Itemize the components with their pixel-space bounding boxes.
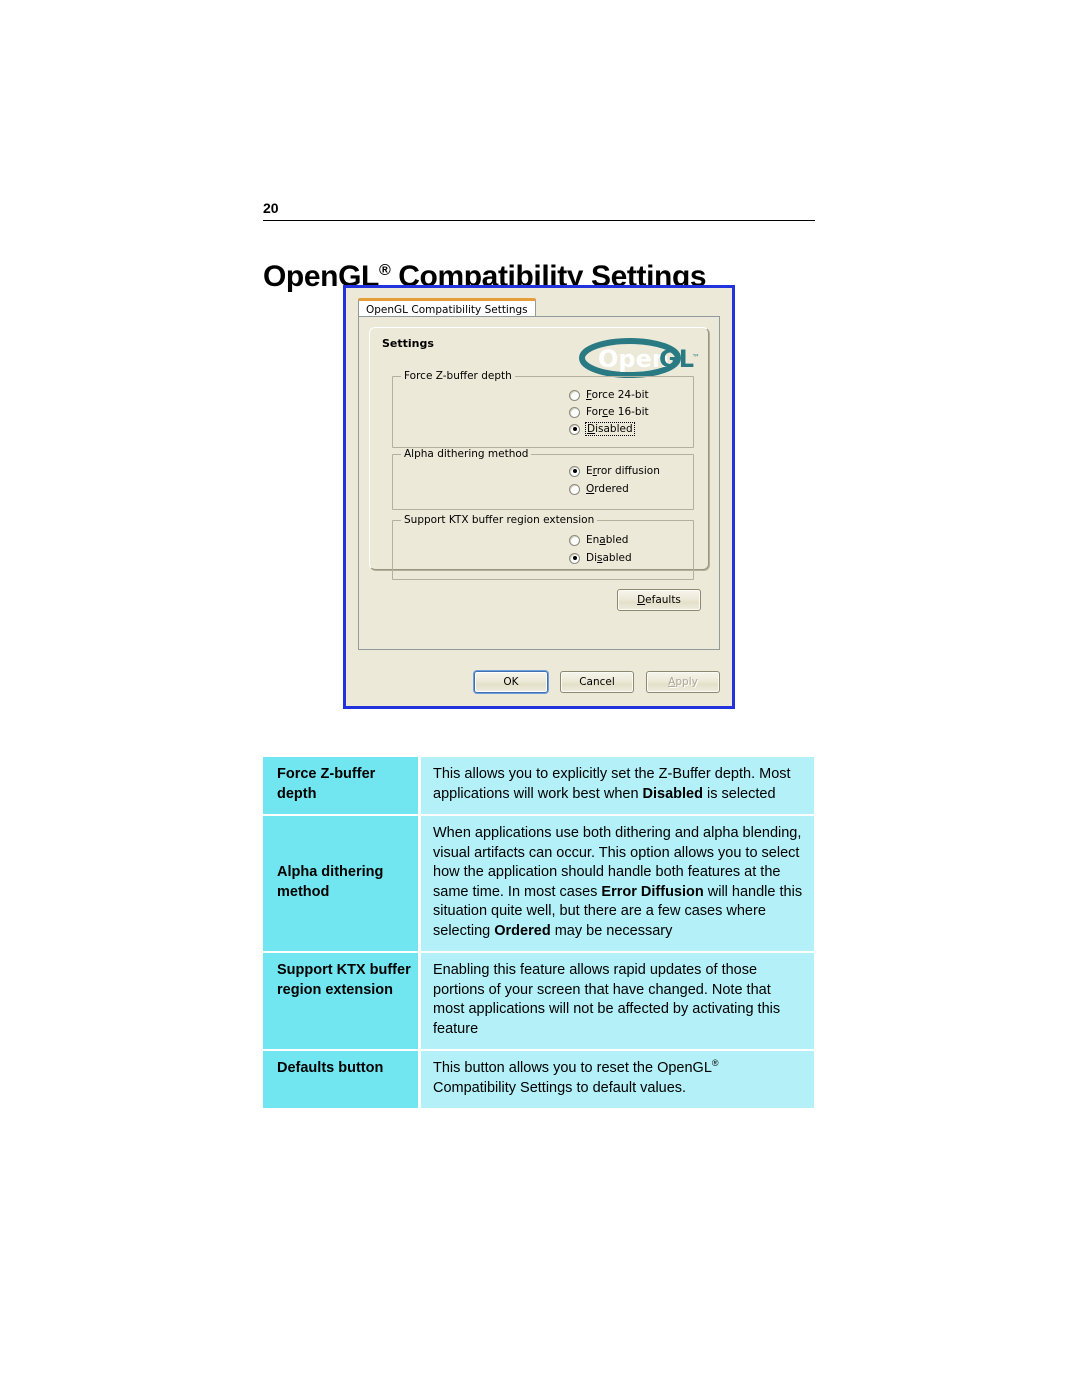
table-body: Force Z-buffer depth This allows you to … bbox=[263, 757, 814, 1108]
apply-button: Apply bbox=[646, 671, 720, 693]
radio-mark-force-24-bit[interactable] bbox=[569, 389, 580, 401]
opengl-logo: Open GL ™ bbox=[576, 336, 700, 380]
radio-mark-disabled-zbuffer[interactable] bbox=[569, 423, 580, 435]
settings-panel: Settings Open GL ™ Force Z-buffer depth bbox=[369, 327, 709, 580]
term-defaults-button: Defaults button bbox=[263, 1050, 421, 1108]
group-force-z-buffer-depth: Force Z-buffer depth Force 24-bit Force … bbox=[392, 370, 694, 448]
radio-label-ordered: Ordered bbox=[586, 483, 629, 495]
radio-force-24-bit[interactable]: Force 24-bit bbox=[569, 389, 649, 401]
radio-label-disabled-zbuffer: Disabled bbox=[585, 422, 635, 436]
registered-mark: ® bbox=[378, 262, 391, 280]
radio-label-error-diffusion: Error diffusion bbox=[586, 465, 660, 477]
ok-button[interactable]: OK bbox=[474, 671, 548, 693]
radio-label-enabled-ktx: Enabled bbox=[586, 534, 629, 546]
definition-support-ktx: Enabling this feature allows rapid updat… bbox=[419, 952, 814, 1051]
radio-mark-ordered[interactable] bbox=[569, 483, 580, 495]
radio-error-diffusion[interactable]: Error diffusion bbox=[569, 465, 660, 477]
header-rule bbox=[263, 220, 815, 221]
tab-page: Settings Open GL ™ Force Z-buffer depth bbox=[358, 316, 720, 650]
opengl-settings-dialog: OpenGL Compatibility Settings Settings O… bbox=[343, 285, 735, 709]
radio-mark-error-diffusion[interactable] bbox=[569, 465, 580, 477]
radio-mark-disabled-ktx[interactable] bbox=[569, 552, 580, 564]
table-row: Support KTX buffer region extension Enab… bbox=[263, 952, 814, 1051]
tab-strip: OpenGL Compatibility Settings bbox=[358, 298, 536, 317]
radio-enabled-ktx[interactable]: Enabled bbox=[569, 534, 628, 546]
settings-group-label: Settings bbox=[382, 337, 434, 350]
tab-opengl-compatibility-settings[interactable]: OpenGL Compatibility Settings bbox=[358, 298, 536, 316]
radio-disabled-zbuffer[interactable]: Disabled bbox=[569, 422, 635, 436]
opengl-logo-svg: Open GL ™ bbox=[579, 338, 700, 378]
group-title-support-ktx: Support KTX buffer region extension bbox=[401, 514, 598, 526]
group-title-force-z-buffer-depth: Force Z-buffer depth bbox=[401, 370, 515, 382]
definition-defaults-button: This button allows you to reset the Open… bbox=[419, 1050, 814, 1108]
apply-button-label: Apply bbox=[668, 676, 698, 688]
radio-label-force-16-bit: Force 16-bit bbox=[586, 406, 649, 418]
group-support-ktx-buffer-region-extension: Support KTX buffer region extension Enab… bbox=[392, 514, 694, 580]
dialog-inner: OpenGL Compatibility Settings Settings O… bbox=[349, 291, 729, 703]
term-alpha-dithering-method: Alpha dithering method bbox=[263, 815, 421, 953]
definition-force-z-buffer-depth: This allows you to explicitly set the Z-… bbox=[419, 757, 814, 816]
radio-mark-force-16-bit[interactable] bbox=[569, 406, 580, 418]
radio-label-force-24-bit: Force 24-bit bbox=[586, 389, 649, 401]
svg-text:GL: GL bbox=[659, 345, 694, 373]
page-number: 20 bbox=[263, 200, 279, 216]
settings-description-table: Force Z-buffer depth This allows you to … bbox=[263, 757, 814, 1108]
group-alpha-dithering-method: Alpha dithering method Error diffusion O… bbox=[392, 448, 694, 510]
svg-text:™: ™ bbox=[692, 353, 700, 362]
table-row: Force Z-buffer depth This allows you to … bbox=[263, 757, 814, 816]
table-row: Alpha dithering method When applications… bbox=[263, 815, 814, 953]
defaults-button[interactable]: Defaults bbox=[617, 589, 701, 611]
page-header: 20 bbox=[263, 200, 815, 221]
term-support-ktx: Support KTX buffer region extension bbox=[263, 952, 421, 1051]
group-title-alpha-dithering-method: Alpha dithering method bbox=[401, 448, 532, 460]
radio-mark-enabled-ktx[interactable] bbox=[569, 534, 580, 546]
dialog-button-row: OK Cancel Apply bbox=[350, 670, 720, 694]
radio-ordered[interactable]: Ordered bbox=[569, 483, 629, 495]
radio-disabled-ktx[interactable]: Disabled bbox=[569, 552, 632, 564]
cancel-button[interactable]: Cancel bbox=[560, 671, 634, 693]
radio-label-disabled-ktx: Disabled bbox=[586, 552, 632, 564]
term-force-z-buffer-depth: Force Z-buffer depth bbox=[263, 757, 421, 816]
radio-force-16-bit[interactable]: Force 16-bit bbox=[569, 406, 649, 418]
table-row: Defaults button This button allows you t… bbox=[263, 1050, 814, 1108]
defaults-button-label: Defaults bbox=[637, 594, 681, 606]
definition-alpha-dithering-method: When applications use both dithering and… bbox=[419, 815, 814, 953]
